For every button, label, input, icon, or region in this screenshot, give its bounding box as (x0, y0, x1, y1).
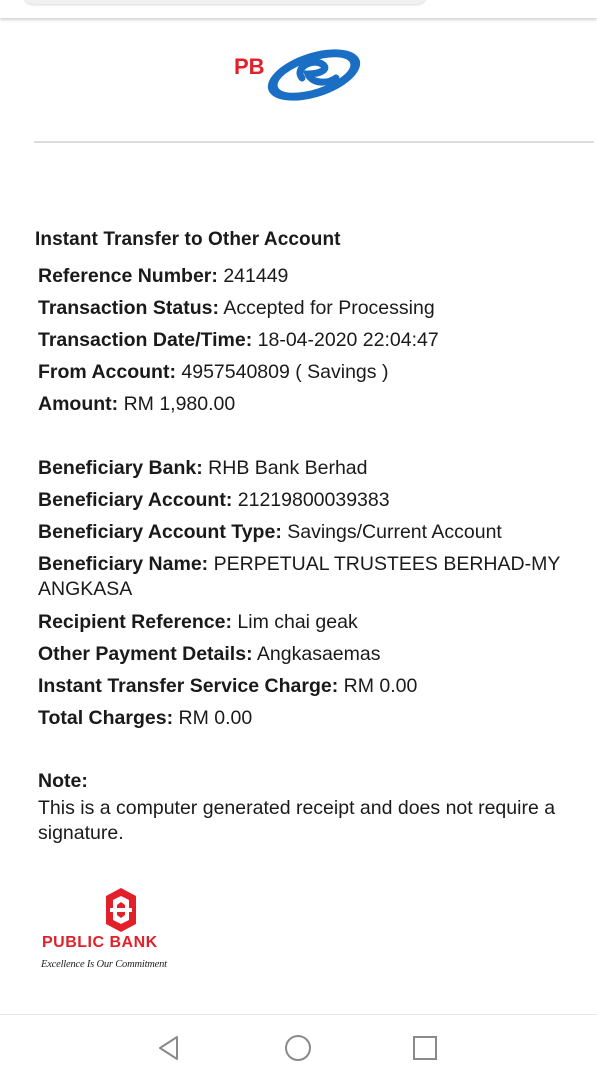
other-payment-details-value: Angkasaemas (256, 643, 381, 665)
public-bank-tagline: Excellence Is Our Commitment (41, 959, 167, 970)
beneficiary-account-type-label: Beneficiary Account Type: (38, 521, 282, 543)
transaction-status-row: Transaction Status: Accepted for Process… (38, 296, 590, 320)
note-label: Note: (38, 770, 88, 792)
system-nav-bar (0, 1014, 597, 1081)
receipt-title: Instant Transfer to Other Account (35, 229, 341, 250)
beneficiary-account-type-row: Beneficiary Account Type: Savings/Curren… (38, 520, 590, 544)
from-account-label: From Account: (38, 361, 176, 383)
reference-number-value: 241449 (223, 265, 289, 287)
from-account-value: 4957540809 ( Savings ) (181, 361, 389, 383)
total-charges-value: RM 0.00 (178, 707, 253, 729)
beneficiary-account-type-value: Savings/Current Account (287, 521, 502, 543)
transaction-datetime-row: Transaction Date/Time: 18-04-2020 22:04:… (38, 328, 590, 352)
browser-top-bar (0, 0, 597, 18)
pbe-logo: PB (232, 44, 366, 106)
recipient-reference-row: Recipient Reference: Lim chai geak (38, 610, 590, 634)
beneficiary-name-label: Beneficiary Name: (38, 553, 209, 575)
beneficiary-bank-label: Beneficiary Bank: (38, 457, 203, 479)
amount-row: Amount: RM 1,980.00 (38, 392, 590, 416)
service-charge-label: Instant Transfer Service Charge: (38, 675, 339, 697)
public-bank-brand: PUBLIC BANK (42, 934, 158, 951)
beneficiary-account-value: 21219800039383 (237, 489, 390, 511)
reference-number-row: Reference Number: 241449 (38, 264, 590, 288)
recents-icon[interactable] (410, 1033, 440, 1063)
reference-number-label: Reference Number: (38, 265, 218, 287)
transaction-status-value: Accepted for Processing (223, 297, 435, 319)
beneficiary-account-row: Beneficiary Account: 21219800039383 (38, 488, 590, 512)
recipient-reference-value: Lim chai geak (237, 611, 358, 633)
transaction-datetime-value: 18-04-2020 22:04:47 (257, 329, 439, 351)
home-icon[interactable] (283, 1033, 313, 1063)
pbe-logo-text: PB (234, 54, 265, 79)
header-divider (34, 141, 594, 143)
transaction-status-label: Transaction Status: (38, 297, 219, 319)
beneficiary-bank-row: Beneficiary Bank: RHB Bank Berhad (38, 456, 590, 480)
service-charge-value: RM 0.00 (343, 675, 418, 697)
total-charges-label: Total Charges: (38, 707, 174, 729)
note-text: This is a computer generated receipt and… (38, 797, 556, 844)
service-charge-row: Instant Transfer Service Charge: RM 0.00 (38, 674, 590, 698)
beneficiary-bank-value: RHB Bank Berhad (208, 457, 368, 479)
recipient-reference-label: Recipient Reference: (38, 611, 232, 633)
back-icon[interactable] (155, 1033, 185, 1063)
transaction-datetime-label: Transaction Date/Time: (38, 329, 253, 351)
amount-label: Amount: (38, 393, 119, 415)
address-bar[interactable] (22, 0, 428, 4)
public-bank-emblem-icon (106, 888, 136, 932)
other-payment-details-label: Other Payment Details: (38, 643, 253, 665)
from-account-row: From Account: 4957540809 ( Savings ) (38, 360, 590, 384)
total-charges-row: Total Charges: RM 0.00 (38, 706, 590, 730)
beneficiary-name-row: Beneficiary Name: PERPETUAL TRUSTEES BER… (38, 552, 590, 602)
amount-value: RM 1,980.00 (123, 393, 236, 415)
beneficiary-account-label: Beneficiary Account: (38, 489, 233, 511)
other-payment-details-row: Other Payment Details: Angkasaemas (38, 642, 590, 666)
public-bank-logo: PUBLIC BANK Excellence Is Our Commitment (40, 886, 204, 976)
